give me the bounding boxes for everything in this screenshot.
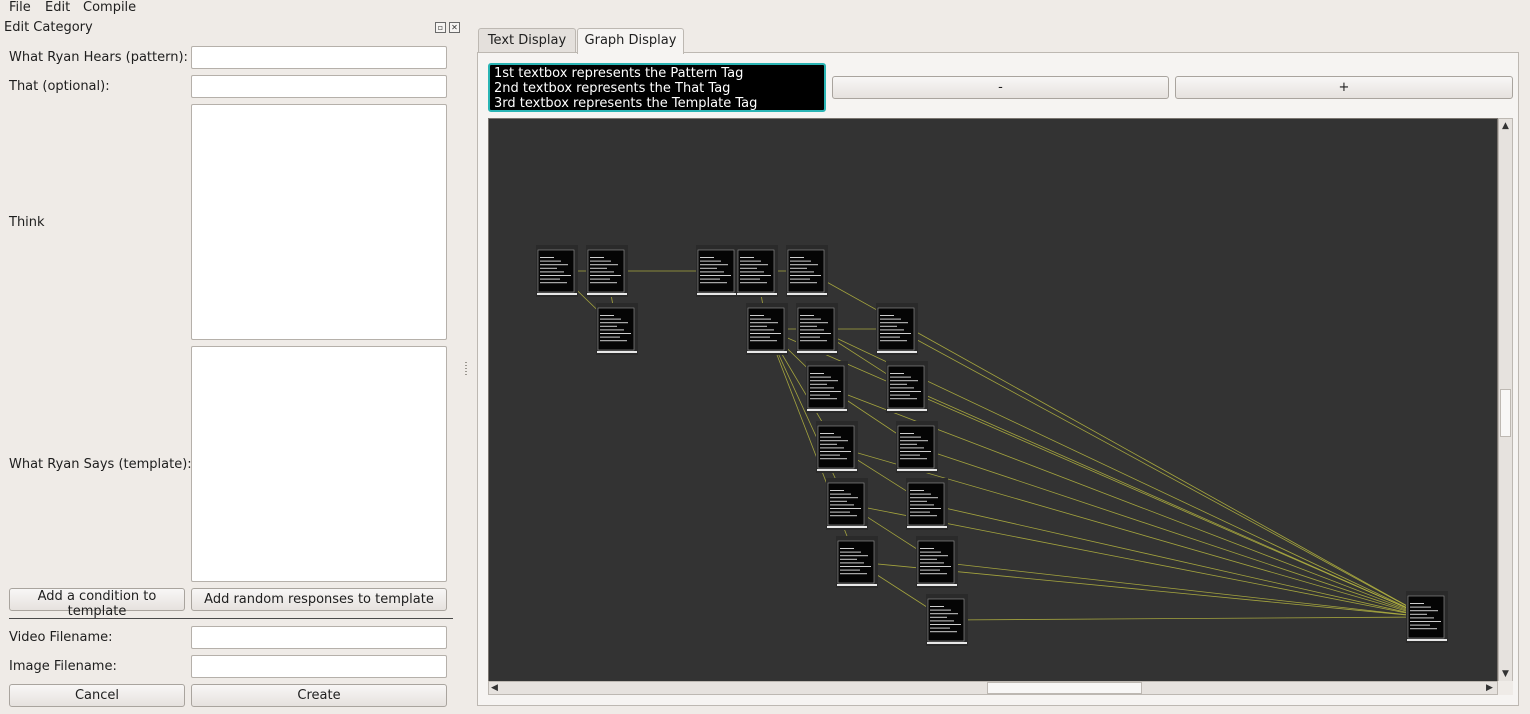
splitter-handle[interactable]	[465, 362, 467, 376]
that-input[interactable]	[191, 75, 447, 98]
graph-node[interactable]	[786, 245, 828, 297]
graph-edge	[916, 446, 1428, 618]
add-condition-button[interactable]: Add a condition to template	[9, 588, 185, 619]
graph-node[interactable]	[926, 594, 968, 646]
vertical-scroll-thumb[interactable]	[1500, 389, 1511, 437]
graph-edge	[936, 561, 1428, 618]
scroll-right-icon[interactable]: ▶	[1486, 683, 1493, 693]
menu-file[interactable]: File	[9, 0, 31, 16]
graph-node[interactable]	[916, 536, 958, 588]
tab-text-display[interactable]: Text Display	[478, 28, 576, 53]
graph-node[interactable]	[696, 245, 738, 297]
close-icon[interactable]: ✕	[449, 22, 460, 33]
graph-edge	[906, 386, 1428, 618]
horizontal-scrollbar[interactable]: ◀ ▶	[488, 681, 1498, 695]
pattern-label: What Ryan Hears (pattern):	[9, 50, 188, 65]
scroll-left-icon[interactable]: ◀	[491, 683, 498, 693]
graph-node[interactable]	[896, 421, 938, 473]
legend-info-box: 1st textbox represents the Pattern Tag 2…	[488, 63, 826, 112]
think-textarea[interactable]	[191, 104, 447, 340]
graph-edge	[766, 328, 848, 505]
graph-node[interactable]	[876, 303, 918, 355]
image-label: Image Filename:	[9, 659, 117, 674]
graph-edge	[946, 616, 1428, 621]
template-label: What Ryan Says (template):	[9, 457, 192, 472]
menu-edit[interactable]: Edit	[45, 0, 70, 16]
dock-title: Edit Category	[4, 20, 93, 35]
zoom-out-button[interactable]: -	[832, 76, 1169, 99]
graph-node[interactable]	[806, 361, 848, 413]
pattern-input[interactable]	[191, 46, 447, 69]
menu-compile[interactable]: Compile	[83, 0, 136, 16]
create-button[interactable]: Create	[191, 684, 447, 707]
graph-svg	[536, 245, 1448, 646]
graph-node[interactable]	[836, 536, 878, 588]
graph-node[interactable]	[736, 245, 778, 297]
scroll-down-icon[interactable]: ▼	[1502, 669, 1509, 679]
float-icon[interactable]: ▫	[435, 22, 446, 33]
graph-canvas[interactable]	[488, 118, 1498, 682]
horizontal-scroll-thumb[interactable]	[987, 682, 1142, 694]
graph-node[interactable]	[906, 478, 948, 530]
template-textarea[interactable]	[191, 346, 447, 582]
video-label: Video Filename:	[9, 630, 113, 645]
image-filename-input[interactable]	[191, 655, 447, 678]
graph-node[interactable]	[826, 478, 868, 530]
graph-node[interactable]	[596, 303, 638, 355]
video-filename-input[interactable]	[191, 626, 447, 649]
graph-node[interactable]	[1406, 591, 1448, 643]
zoom-in-button[interactable]: +	[1175, 76, 1513, 99]
tab-graph-display[interactable]: Graph Display	[577, 28, 684, 54]
scroll-corner	[1498, 681, 1513, 695]
menu-bar: File Edit Compile	[0, 0, 1530, 17]
graph-node[interactable]	[816, 421, 858, 473]
graph-node[interactable]	[796, 303, 838, 355]
cancel-button[interactable]: Cancel	[9, 684, 185, 707]
think-label: Think	[9, 215, 45, 230]
graph-node[interactable]	[886, 361, 928, 413]
that-label: That (optional):	[9, 79, 110, 94]
divider	[9, 618, 453, 619]
add-random-responses-button[interactable]: Add random responses to template	[191, 588, 447, 611]
graph-node[interactable]	[536, 245, 578, 297]
graph-node[interactable]	[586, 245, 628, 297]
vertical-scrollbar[interactable]: ▲ ▼	[1498, 118, 1513, 682]
graph-node[interactable]	[746, 303, 788, 355]
scroll-up-icon[interactable]: ▲	[1502, 121, 1509, 131]
